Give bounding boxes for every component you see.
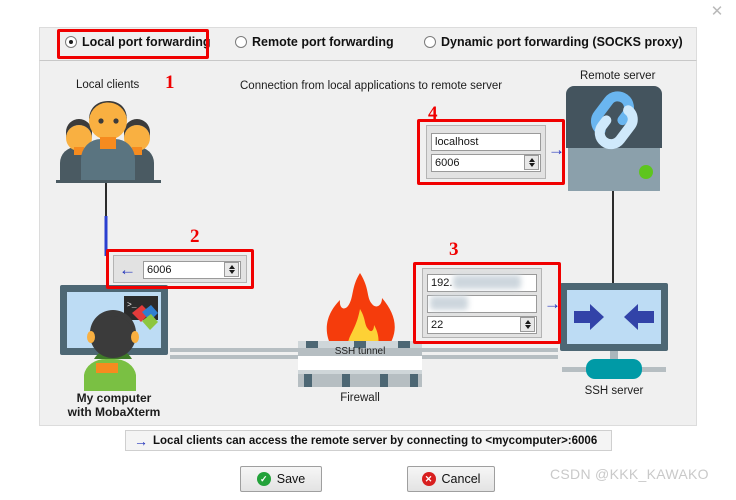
close-icon[interactable]: ✕ <box>706 2 728 22</box>
status-text: Local clients can access the remote serv… <box>153 434 598 447</box>
ssh-server-port-spinner[interactable] <box>520 316 535 332</box>
label-my-computer-line2: with MobaXterm <box>67 405 161 419</box>
redaction-overlay-user <box>430 295 468 310</box>
radio-remote-port-forwarding[interactable]: Remote port forwarding <box>235 35 394 49</box>
cancel-button[interactable]: ✕ Cancel <box>407 466 495 492</box>
radio-local-port-forwarding[interactable]: Local port forwarding <box>65 35 210 49</box>
remote-port-spinner[interactable] <box>524 154 539 170</box>
label-firewall: Firewall <box>340 392 380 404</box>
remote-target-fields <box>426 125 546 179</box>
local-clients-illustration <box>48 97 168 183</box>
save-button-label: Save <box>276 472 306 486</box>
label-my-computer-line1: My computer <box>76 391 152 405</box>
radio-dynamic-port-forwarding[interactable]: Dynamic port forwarding (SOCKS proxy) <box>424 35 683 49</box>
radio-label: Dynamic port forwarding (SOCKS proxy) <box>441 35 683 49</box>
dialog-window: ✕ Local port forwarding Remote port forw… <box>0 0 736 500</box>
svg-text:>_: >_ <box>127 301 137 310</box>
my-computer-illustration: >_ <box>58 279 170 391</box>
arrow-to-ssh-server-icon: → <box>544 294 561 313</box>
forwarded-port-spinner[interactable] <box>224 261 239 277</box>
label-ssh-tunnel: SSH tunnel <box>334 346 386 357</box>
radio-dot-icon <box>424 36 436 48</box>
label-ssh-server: SSH server <box>584 385 644 397</box>
redaction-overlay-host <box>453 274 521 289</box>
arrow-to-local-icon: ← <box>119 259 136 279</box>
diagram-canvas: Local clients 1 Connection from local ap… <box>39 61 697 426</box>
check-icon: ✓ <box>256 472 271 486</box>
radio-label: Local port forwarding <box>82 35 211 49</box>
remote-server-illustration <box>558 86 670 196</box>
watermark: CSDN @KKK_KAWAKO <box>550 466 709 482</box>
cancel-button-label: Cancel <box>441 472 481 486</box>
forwarding-mode-selector: Local port forwarding Remote port forwar… <box>39 27 697 61</box>
firewall-illustration <box>298 269 422 391</box>
ssh-server-fields <box>422 268 542 338</box>
status-bar: → Local clients can access the remote se… <box>125 430 612 451</box>
ssh-server-illustration <box>558 281 670 386</box>
remote-host-input[interactable] <box>431 132 541 151</box>
arrow-to-remote-server-icon: → <box>548 140 565 159</box>
close-x-icon: ✕ <box>421 472 436 486</box>
forwarded-port-field-group: ← <box>113 255 247 283</box>
status-arrow-icon: → <box>134 432 148 449</box>
radio-label: Remote port forwarding <box>252 35 394 49</box>
save-button[interactable]: ✓ Save <box>240 466 322 492</box>
radio-dot-icon <box>235 36 247 48</box>
radio-dot-icon <box>65 36 77 48</box>
